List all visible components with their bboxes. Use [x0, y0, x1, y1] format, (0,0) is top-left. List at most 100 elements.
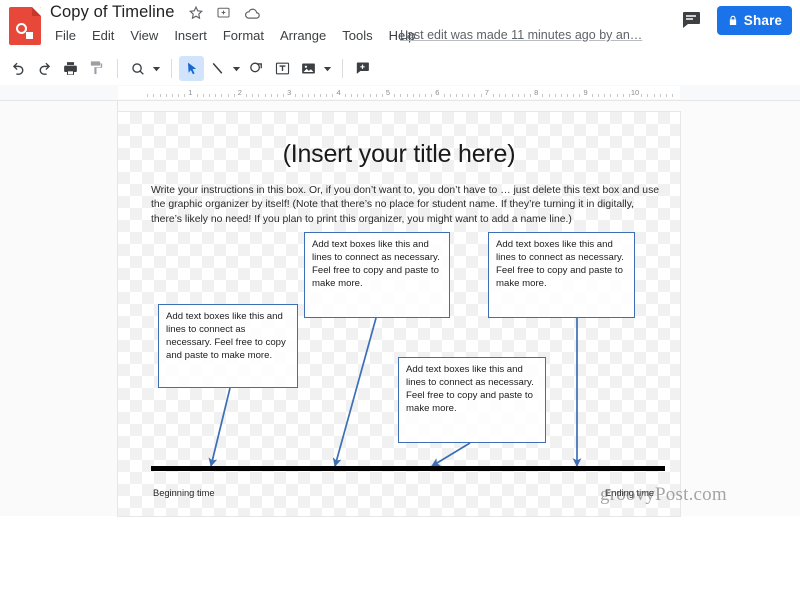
- google-slides-icon: [9, 7, 41, 45]
- ruler-tick: [320, 94, 322, 97]
- cloud-saved-icon[interactable]: [244, 5, 260, 21]
- ruler-tick: [357, 94, 359, 97]
- horizontal-ruler[interactable]: 1 2 3 4 5 6 7 8 9 10: [118, 86, 680, 99]
- ruler-tick: [517, 94, 519, 97]
- ruler-tick: [604, 94, 606, 97]
- ruler-tick: [659, 94, 661, 97]
- slides-app-window: Copy of Timeline File Edit View Insert F…: [0, 0, 800, 516]
- magnifier-icon[interactable]: [125, 56, 150, 81]
- ruler-tick: [493, 94, 494, 97]
- text-box-right-top-text: Add text boxes like this and lines to co…: [496, 239, 624, 289]
- ruler-tick: [252, 94, 254, 97]
- ruler-tick: [264, 94, 266, 97]
- toolbar: [0, 52, 800, 85]
- ruler-tick: [610, 94, 612, 97]
- redo-icon[interactable]: [32, 56, 57, 81]
- ruler-tick: [283, 94, 284, 97]
- text-box-center-bottom[interactable]: Add text boxes like this and lines to co…: [398, 357, 546, 443]
- ruler-tick: [326, 94, 328, 97]
- vertical-scrollbar[interactable]: [795, 201, 800, 616]
- connector-arrow[interactable]: [208, 387, 231, 467]
- slide-title-text[interactable]: (Insert your title here): [118, 140, 680, 169]
- menu-item-arrange[interactable]: Arrange: [272, 26, 334, 45]
- slide-canvas-pane[interactable]: (Insert your title here) Write your inst…: [118, 101, 800, 516]
- slide-instructions-text[interactable]: Write your instructions in this box. Or,…: [151, 184, 663, 227]
- ruler-tick: [523, 94, 525, 97]
- ruler-tick: [579, 94, 581, 97]
- ruler-number: 8: [534, 88, 539, 97]
- ruler-tick: [542, 94, 544, 97]
- add-comment-icon[interactable]: [350, 56, 375, 81]
- ruler-tick: [406, 94, 408, 97]
- line-icon[interactable]: [205, 56, 230, 81]
- text-box-icon[interactable]: [270, 56, 295, 81]
- ruler-tick: [412, 94, 414, 97]
- ruler-tick: [258, 94, 260, 97]
- slide-filmstrip-panel[interactable]: [0, 101, 118, 516]
- slides-logo-glyph: [16, 23, 33, 39]
- timeline-bar[interactable]: [151, 466, 665, 471]
- ruler-tick: [159, 94, 161, 97]
- ruler-tick: [480, 94, 482, 97]
- ruler-tick: [474, 94, 476, 97]
- editor-area: (Insert your title here) Write your inst…: [0, 100, 800, 516]
- toolbar-divider-2: [171, 59, 172, 78]
- ruler-number: 4: [336, 88, 341, 97]
- ruler-number: 7: [484, 88, 489, 97]
- paint-format-icon[interactable]: [84, 56, 109, 81]
- menu-item-tools[interactable]: Tools: [334, 26, 380, 45]
- ruler-tick: [616, 94, 618, 97]
- timeline-start-label[interactable]: Beginning time: [153, 488, 215, 498]
- lock-icon: [727, 14, 739, 27]
- line-dropdown-caret-icon[interactable]: [231, 58, 242, 80]
- ruler-tick: [647, 94, 649, 97]
- ruler-tick: [344, 94, 346, 97]
- connector-arrow[interactable]: [431, 442, 471, 467]
- menu-item-view[interactable]: View: [122, 26, 166, 45]
- print-icon[interactable]: [58, 56, 83, 81]
- shape-icon[interactable]: [244, 56, 269, 81]
- ruler-tick: [597, 94, 599, 97]
- page-title[interactable]: Copy of Timeline: [50, 3, 175, 22]
- ruler-tick: [332, 94, 334, 97]
- menu-item-edit[interactable]: Edit: [84, 26, 122, 45]
- move-to-folder-icon[interactable]: [216, 5, 232, 21]
- image-icon[interactable]: [296, 56, 321, 81]
- ruler-tick: [394, 94, 396, 97]
- comment-icon[interactable]: [679, 8, 703, 32]
- ruler-tick: [560, 94, 562, 97]
- undo-icon[interactable]: [6, 56, 31, 81]
- cursor-icon[interactable]: [179, 56, 204, 81]
- ruler-tick: [554, 94, 556, 97]
- ruler-tick: [147, 94, 149, 97]
- ruler-tick: [499, 94, 501, 97]
- menu-item-format[interactable]: Format: [215, 26, 272, 45]
- ruler-tick: [567, 94, 569, 97]
- ruler-tick: [530, 94, 531, 97]
- star-icon[interactable]: [188, 5, 204, 21]
- ruler-tick: [511, 94, 513, 97]
- title-bar: Copy of Timeline File Edit View Insert F…: [0, 0, 800, 52]
- ruler-tick: [462, 94, 464, 97]
- text-box-left[interactable]: Add text boxes like this and lines to co…: [158, 304, 298, 388]
- ruler-tick: [178, 94, 179, 97]
- ruler-number: 2: [237, 88, 242, 97]
- menu-item-file[interactable]: File: [47, 26, 84, 45]
- ruler-number: 10: [630, 88, 640, 97]
- image-dropdown-caret-icon[interactable]: [322, 58, 333, 80]
- ruler-tick: [196, 94, 198, 97]
- menu-bar: File Edit View Insert Format Arrange Too…: [47, 26, 423, 45]
- ruler-tick: [369, 94, 371, 97]
- text-box-right-top[interactable]: Add text boxes like this and lines to co…: [488, 232, 635, 318]
- ruler-tick: [381, 94, 383, 97]
- ruler-tick: [672, 94, 673, 97]
- slide-canvas[interactable]: (Insert your title here) Write your inst…: [118, 112, 680, 516]
- menu-item-insert[interactable]: Insert: [166, 26, 215, 45]
- zoom-dropdown-caret-icon[interactable]: [151, 58, 162, 80]
- share-button[interactable]: Share: [717, 6, 792, 35]
- last-edit-status[interactable]: Last edit was made 11 minutes ago by an…: [400, 28, 642, 42]
- ruler-tick: [270, 94, 272, 97]
- text-box-center-top[interactable]: Add text boxes like this and lines to co…: [304, 232, 450, 318]
- connector-arrow[interactable]: [332, 317, 377, 467]
- ruler-tick: [375, 94, 377, 97]
